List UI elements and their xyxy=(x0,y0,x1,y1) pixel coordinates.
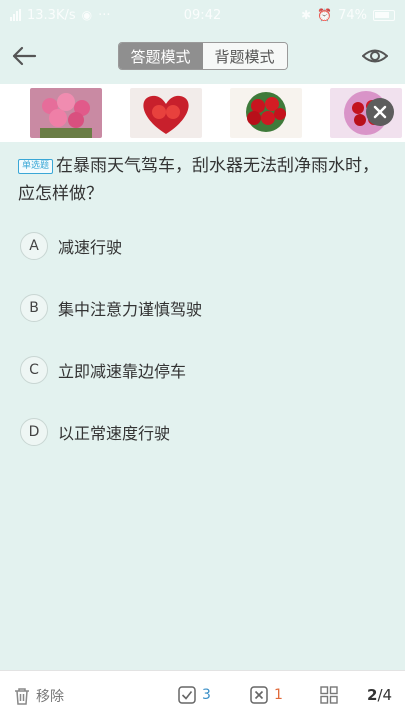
alarm-icon: ⏰ xyxy=(317,8,333,22)
eye-icon xyxy=(362,49,388,63)
eye-button[interactable] xyxy=(359,40,391,72)
current-question-number: 2 xyxy=(367,686,378,704)
question-block: 单选题 在暴雨天气驾车，刮水器无法刮净雨水时，应怎样做？ xyxy=(18,152,388,208)
grid-button[interactable] xyxy=(320,686,338,704)
tab-memorize-mode[interactable]: 背题模式 xyxy=(202,43,287,69)
question-text: 在暴雨天气驾车，刮水器无法刮净雨水时，应怎样做？ xyxy=(18,156,380,204)
wechat-icon: ◉ xyxy=(81,8,93,22)
correct-counter[interactable]: 3 xyxy=(178,686,211,704)
cross-box-icon xyxy=(250,686,268,704)
option-c-text: 立即减速靠边停车 xyxy=(58,362,187,381)
remove-button[interactable]: 移除 xyxy=(14,686,64,706)
status-bar: 13.3K/s ◉ ··· 09:42 ✱ ⏰ 74% xyxy=(0,0,405,30)
status-right: ✱ ⏰ 74% xyxy=(301,8,395,23)
bouquet-red-image[interactable] xyxy=(230,88,302,138)
question-type-badge: 单选题 xyxy=(18,159,54,174)
bottom-bar: 移除 3 1 2/4 xyxy=(0,670,405,720)
option-b[interactable]: B 集中注意力谨慎驾驶 xyxy=(20,293,202,323)
signal-icon xyxy=(10,9,21,21)
remove-label: 移除 xyxy=(36,689,64,705)
ad-banner[interactable] xyxy=(0,84,405,142)
wrong-counter[interactable]: 1 xyxy=(250,686,283,704)
option-d[interactable]: D 以正常速度行驶 xyxy=(20,417,170,447)
option-a-text: 减速行驶 xyxy=(58,238,123,257)
option-b-letter: B xyxy=(20,294,48,322)
close-ad-button[interactable] xyxy=(366,98,394,126)
back-arrow-icon xyxy=(12,46,37,66)
close-icon xyxy=(373,105,387,119)
option-d-letter: D xyxy=(20,418,48,446)
wrong-count: 1 xyxy=(274,687,283,703)
bouquet-heart-image[interactable] xyxy=(130,88,202,138)
option-c-letter: C xyxy=(20,356,48,384)
option-a-letter: A xyxy=(20,232,48,260)
status-left: 13.3K/s ◉ ··· xyxy=(10,8,111,23)
battery-icon xyxy=(373,9,395,21)
bouquet-pink-image[interactable] xyxy=(30,88,102,138)
correct-count: 3 xyxy=(202,687,211,703)
back-button[interactable] xyxy=(8,40,40,72)
option-a[interactable]: A 减速行驶 xyxy=(20,231,122,261)
bluetooth-icon: ✱ xyxy=(301,8,312,22)
top-nav: 答题模式 背题模式 xyxy=(0,30,405,82)
battery-level: 74% xyxy=(338,7,367,23)
check-box-icon xyxy=(178,686,196,704)
tab-answer-mode[interactable]: 答题模式 xyxy=(118,43,203,69)
grid-icon xyxy=(320,686,338,704)
option-d-text: 以正常速度行驶 xyxy=(58,424,171,443)
total-questions: /4 xyxy=(377,686,393,704)
question-progress: 2/4 xyxy=(367,686,392,704)
mode-toggle: 答题模式 背题模式 xyxy=(117,42,288,70)
option-c[interactable]: C 立即减速靠边停车 xyxy=(20,355,186,385)
option-b-text: 集中注意力谨慎驾驶 xyxy=(58,300,203,319)
network-speed: 13.3K/s xyxy=(27,7,76,23)
more-icon: ··· xyxy=(98,7,111,23)
trash-icon xyxy=(15,688,29,705)
